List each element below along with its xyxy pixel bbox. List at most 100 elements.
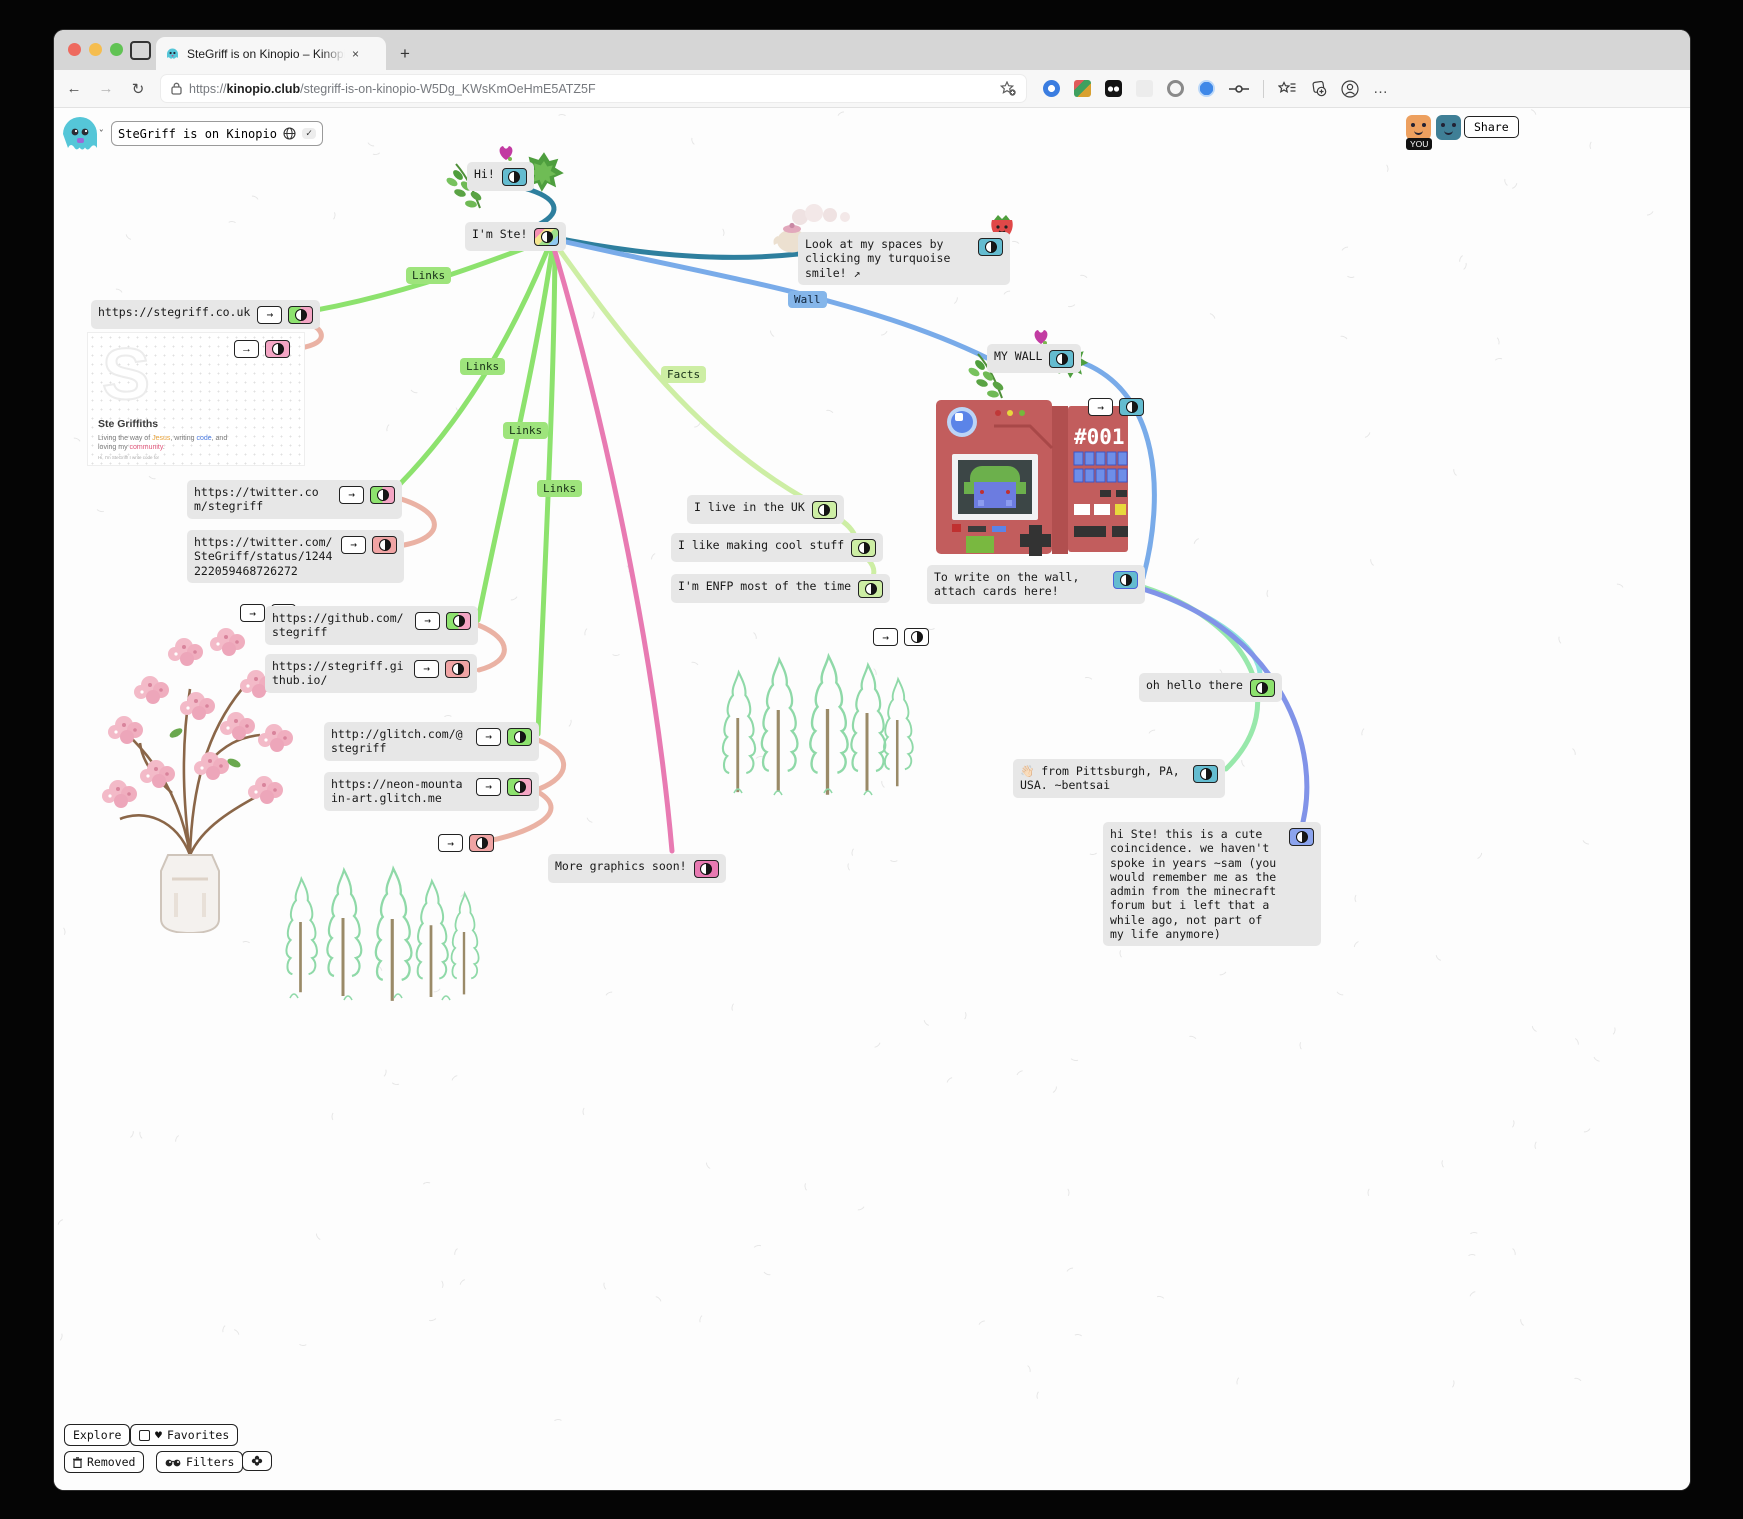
card-theme-toggle-icon[interactable] xyxy=(1193,765,1218,783)
extension-password-icon[interactable] xyxy=(1043,80,1060,97)
connection-glitch-neon[interactable] xyxy=(538,740,564,789)
open-link-button[interactable]: → xyxy=(414,660,439,678)
card-glitch[interactable]: http://glitch.com/@stegriff → xyxy=(324,722,539,761)
connection-label-links[interactable]: Links xyxy=(460,358,505,375)
connection-label-facts[interactable]: Facts xyxy=(661,366,706,383)
filters-button[interactable]: Filters xyxy=(156,1451,243,1473)
address-bar[interactable]: https://kinopio.club/stegriff-is-on-kino… xyxy=(160,74,1027,103)
card-theme-toggle-icon[interactable] xyxy=(265,340,290,358)
share-button[interactable]: Share xyxy=(1464,116,1519,138)
card-twitter[interactable]: https://twitter.com/stegriff → xyxy=(187,480,402,519)
minimize-window-button[interactable] xyxy=(89,43,102,56)
tab-close-icon[interactable]: × xyxy=(352,47,359,61)
close-window-button[interactable] xyxy=(68,43,81,56)
card-theme-toggle-icon[interactable] xyxy=(534,228,559,246)
space-user-ghost-avatar[interactable] xyxy=(57,110,103,156)
space-name-pill[interactable]: SteGriff is on Kinopio ✓ xyxy=(111,121,323,146)
extension-dark-eyes-icon[interactable] xyxy=(1105,80,1122,97)
card-theme-toggle-icon[interactable] xyxy=(978,238,1003,256)
bookmark-star-icon[interactable] xyxy=(1000,81,1016,96)
connection-attach-ohhello[interactable] xyxy=(1143,588,1260,685)
card-theme-toggle-icon[interactable] xyxy=(370,486,395,504)
connection-github-githubio[interactable] xyxy=(478,625,504,670)
collections-icon[interactable] xyxy=(1310,81,1327,97)
browser-tab[interactable]: SteGriff is on Kinopio – Kinopio × xyxy=(156,37,386,70)
card-theme-toggle-icon[interactable] xyxy=(1049,350,1074,368)
key-icon[interactable] xyxy=(1229,84,1249,94)
avatar-you[interactable] xyxy=(1406,115,1431,140)
card-theme-toggle-icon[interactable] xyxy=(851,539,876,557)
reload-button[interactable]: ↻ xyxy=(128,80,148,98)
avatar-collaborator[interactable] xyxy=(1436,115,1461,140)
stegriff-site-preview-card[interactable]: S Ste Griffiths Living the way of Jesus,… xyxy=(87,332,305,466)
card-github[interactable]: https://github.com/stegriff → xyxy=(265,606,478,645)
open-link-button[interactable]: → xyxy=(341,536,366,554)
tab-overview-icon[interactable] xyxy=(130,41,151,60)
open-link-button[interactable]: → xyxy=(240,604,265,622)
favorites-button[interactable]: ♥ Favorites xyxy=(130,1424,238,1446)
card-oh-hello[interactable]: oh hello there xyxy=(1139,673,1282,702)
card-theme-toggle-icon[interactable] xyxy=(812,501,837,519)
card-theme-toggle-icon[interactable] xyxy=(372,536,397,554)
favorites-list-icon[interactable] xyxy=(1278,81,1296,96)
card-theme-toggle-icon[interactable] xyxy=(502,168,527,186)
card-neon-mountain[interactable]: https://neon-mountain-art.glitch.me → xyxy=(324,772,539,811)
profile-icon[interactable] xyxy=(1341,80,1359,98)
plant-button[interactable] xyxy=(242,1451,272,1471)
card-twitter-status[interactable]: https://twitter.com/SteGriff/status/1244… xyxy=(187,530,404,583)
extension-circle-icon[interactable] xyxy=(1167,80,1184,97)
removed-button[interactable]: Removed xyxy=(64,1451,144,1473)
connection-more-graphics[interactable] xyxy=(553,245,672,851)
card-theme-toggle-icon[interactable] xyxy=(694,860,719,878)
card-wall-attach[interactable]: To write on the wall, attach cards here! xyxy=(927,565,1145,604)
card-uk[interactable]: I live in the UK xyxy=(687,495,844,524)
card-theme-toggle-icon[interactable] xyxy=(469,834,494,852)
card-theme-toggle-icon[interactable] xyxy=(445,660,470,678)
card-more-graphics[interactable]: More graphics soon! xyxy=(548,854,726,883)
floating-card-buttons[interactable]: → xyxy=(1088,398,1144,416)
card-theme-toggle-icon[interactable] xyxy=(446,612,471,630)
pixel-art-pokedex[interactable]: #001 xyxy=(934,396,1130,558)
extension-blue-dot-icon[interactable] xyxy=(1198,80,1215,97)
connection-twitter-status[interactable] xyxy=(401,499,434,545)
card-theme-toggle-icon[interactable] xyxy=(288,306,313,324)
pixel-art-cherry-blossoms[interactable] xyxy=(84,593,296,933)
card-theme-toggle-icon[interactable] xyxy=(1113,571,1138,589)
floating-card-buttons[interactable]: → xyxy=(873,628,929,646)
open-link-button[interactable]: → xyxy=(438,834,463,852)
card-theme-toggle-icon[interactable] xyxy=(507,728,532,746)
open-link-button[interactable]: → xyxy=(873,628,898,646)
open-link-button[interactable]: → xyxy=(257,306,282,324)
card-sam-message[interactable]: hi Ste! this is a cute coincidence. we h… xyxy=(1103,822,1321,946)
connection-label-links[interactable]: Links xyxy=(503,422,548,439)
card-theme-toggle-icon[interactable] xyxy=(858,580,883,598)
card-github-io[interactable]: https://stegriff.github.io/ → xyxy=(265,654,477,693)
open-link-button[interactable]: → xyxy=(1088,398,1113,416)
zoom-window-button[interactable] xyxy=(110,43,123,56)
explore-button[interactable]: Explore xyxy=(64,1424,130,1446)
card-theme-toggle-icon[interactable] xyxy=(1250,679,1275,697)
card-theme-toggle-icon[interactable] xyxy=(1289,828,1314,846)
connection-label-wall[interactable]: Wall xyxy=(788,291,827,308)
more-menu-icon[interactable]: … xyxy=(1373,80,1388,97)
card-cool-stuff[interactable]: I like making cool stuff xyxy=(671,533,883,562)
card-pittsburgh[interactable]: 👋🏻 from Pittsburgh, PA, USA. ~bentsai xyxy=(1013,759,1225,798)
extension-color-icon[interactable] xyxy=(1074,80,1091,97)
card-look-at-spaces[interactable]: Look at my spaces by clicking my turquoi… xyxy=(798,232,1010,285)
card-theme-toggle-icon[interactable] xyxy=(507,778,532,796)
pixel-art-trees[interactable] xyxy=(714,643,926,801)
new-tab-button[interactable]: + xyxy=(400,44,410,64)
connection-label-links[interactable]: Links xyxy=(406,267,451,284)
privacy-check-icon[interactable]: ✓ xyxy=(302,128,316,139)
floating-card-buttons[interactable]: → xyxy=(438,834,494,852)
card-stegriff-site[interactable]: https://stegriff.co.uk → xyxy=(91,300,320,329)
open-link-button[interactable]: → xyxy=(234,340,259,358)
back-button[interactable]: ← xyxy=(64,80,84,97)
card-my-wall[interactable]: MY WALL xyxy=(987,344,1081,373)
pixel-art-trees[interactable] xyxy=(274,856,492,1006)
space-menu-chevron-icon[interactable]: ˇ xyxy=(98,128,105,141)
card-enfp[interactable]: I'm ENFP most of the time xyxy=(671,574,890,603)
open-link-button[interactable]: → xyxy=(415,612,440,630)
card-theme-toggle-icon[interactable] xyxy=(1119,398,1144,416)
open-link-button[interactable]: → xyxy=(476,728,501,746)
